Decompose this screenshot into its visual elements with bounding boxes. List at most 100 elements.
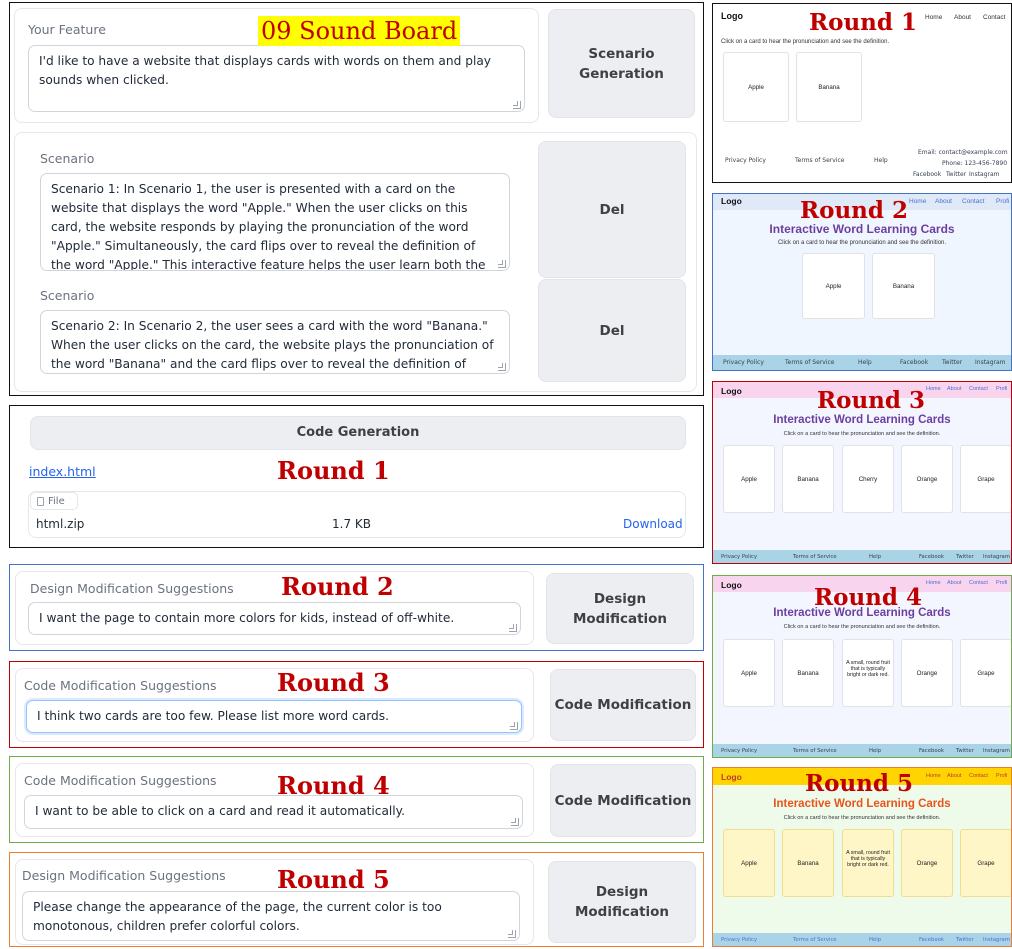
subtitle: Click on a card to hear the pronunciatio… — [783, 431, 941, 437]
word-card-grape[interactable]: Grape — [960, 445, 1011, 513]
footer-instagram[interactable]: Instagram — [983, 748, 1010, 754]
code-generation-button[interactable]: Code Generation — [30, 416, 686, 450]
resize-grip[interactable] — [509, 624, 517, 632]
word-card-banana[interactable]: Banana — [782, 829, 834, 897]
suggestion-label: Code Modification Suggestions — [24, 773, 217, 788]
nav-about[interactable]: About — [947, 773, 961, 779]
nav-contact[interactable]: Contact — [969, 386, 988, 392]
scenario-textarea-2[interactable]: Scenario 2: In Scenario 2, the user sees… — [40, 310, 510, 374]
nav-profile[interactable]: Profi — [996, 773, 1007, 779]
footer-instagram[interactable]: Instagram — [983, 937, 1010, 943]
footer-instagram[interactable]: Instagram — [983, 554, 1010, 560]
footer-facebook[interactable]: Facebook — [919, 554, 944, 560]
footer-instagram[interactable]: Instagram — [969, 171, 1000, 178]
suggestion-textarea[interactable]: Please change the appearance of the page… — [22, 891, 520, 941]
footer-instagram[interactable]: Instagram — [975, 359, 1006, 366]
footer-twitter[interactable]: Twitter — [956, 748, 974, 754]
nav-contact[interactable]: Contact — [983, 14, 1005, 21]
word-card-banana[interactable]: Banana — [796, 52, 862, 122]
word-card-grape[interactable]: Grape — [960, 639, 1011, 707]
footer-terms[interactable]: Terms of Service — [793, 937, 837, 943]
nav-profile[interactable]: Profi — [996, 580, 1007, 586]
word-card-grape[interactable]: Grape — [960, 829, 1011, 897]
footer-facebook[interactable]: Facebook — [913, 171, 941, 178]
footer-phone: Phone: 123-456-7890 — [942, 160, 1008, 167]
word-card-apple[interactable]: Apple — [723, 639, 775, 707]
code-modification-button[interactable]: Code Modification — [550, 764, 696, 837]
nav-contact[interactable]: Contact — [962, 198, 984, 205]
code-modification-button[interactable]: Code Modification — [550, 669, 696, 741]
resize-grip[interactable] — [511, 818, 519, 826]
nav-contact[interactable]: Contact — [969, 580, 988, 586]
scenario-generation-button[interactable]: Scenario Generation — [548, 9, 695, 118]
nav-about[interactable]: About — [947, 580, 961, 586]
index-html-link[interactable]: index.html — [29, 464, 96, 479]
subtitle: Click on a card to hear the pronunciatio… — [783, 815, 941, 821]
footer-terms[interactable]: Terms of Service — [793, 554, 837, 560]
nav-about[interactable]: About — [935, 198, 952, 205]
footer-privacy[interactable]: Privacy Policy — [725, 157, 766, 164]
footer-terms[interactable]: Terms of Service — [785, 359, 834, 366]
footer-help[interactable]: Help — [858, 359, 872, 366]
footer-help[interactable]: Help — [869, 554, 881, 560]
nav-home[interactable]: Home — [926, 773, 941, 779]
nav-contact[interactable]: Contact — [969, 773, 988, 779]
word-card-banana[interactable]: Banana — [782, 445, 834, 513]
scenario-textarea-1[interactable]: Scenario 1: In Scenario 1, the user is p… — [40, 173, 510, 271]
delete-scenario-2-button[interactable]: Del — [538, 279, 686, 382]
footer-twitter[interactable]: Twitter — [942, 359, 962, 366]
feature-textarea[interactable]: I'd like to have a website that displays… — [28, 45, 525, 112]
suggestion-textarea[interactable]: I want to be able to click on a card and… — [24, 795, 523, 829]
scenario-label-1: Scenario — [40, 151, 95, 166]
nav-about[interactable]: About — [947, 386, 961, 392]
resize-grip[interactable] — [513, 101, 521, 109]
delete-scenario-1-button[interactable]: Del — [538, 141, 686, 278]
footer-twitter[interactable]: Twitter — [956, 937, 974, 943]
footer-privacy[interactable]: Privacy Policy — [721, 748, 757, 754]
word-card-cherry-definition[interactable]: A small, round fruit that is typically b… — [842, 639, 894, 707]
resize-grip[interactable] — [510, 722, 518, 730]
nav-about[interactable]: About — [954, 14, 971, 21]
download-link[interactable]: Download — [623, 517, 683, 531]
footer-help[interactable]: Help — [869, 748, 881, 754]
design-modification-button[interactable]: Design Modification — [546, 573, 694, 644]
footer-terms[interactable]: Terms of Service — [795, 157, 844, 164]
design-modification-button[interactable]: Design Modification — [548, 861, 696, 943]
suggestion-textarea[interactable]: I think two cards are too few. Please li… — [26, 700, 522, 733]
footer-facebook[interactable]: Facebook — [919, 937, 944, 943]
word-card-cherry[interactable]: Cherry — [842, 445, 894, 513]
word-card-orange[interactable]: Orange — [901, 639, 953, 707]
nav-home[interactable]: Home — [926, 386, 941, 392]
footer-help[interactable]: Help — [874, 157, 888, 164]
nav-profile[interactable]: Profi — [996, 198, 1009, 205]
resize-grip[interactable] — [498, 363, 506, 371]
footer-privacy[interactable]: Privacy Policy — [721, 937, 757, 943]
word-card-apple[interactable]: Apple — [802, 253, 865, 319]
footer-twitter[interactable]: Twitter — [956, 554, 974, 560]
footer-twitter[interactable]: Twitter — [946, 171, 966, 178]
nav-home[interactable]: Home — [926, 580, 941, 586]
footer-help[interactable]: Help — [869, 937, 881, 943]
word-card-orange[interactable]: Orange — [901, 829, 953, 897]
resize-grip[interactable] — [498, 260, 506, 268]
nav-home[interactable]: Home — [909, 198, 926, 205]
suggestion-label: Code Modification Suggestions — [24, 678, 217, 693]
footer-privacy[interactable]: Privacy Policy — [723, 359, 764, 366]
word-card-apple[interactable]: Apple — [723, 52, 789, 122]
word-card-orange[interactable]: Orange — [901, 445, 953, 513]
feature-label: Your Feature — [28, 22, 106, 37]
resize-grip[interactable] — [508, 930, 516, 938]
word-card-cherry-definition[interactable]: A small, round fruit that is typically b… — [842, 829, 894, 897]
nav-profile[interactable]: Profi — [996, 386, 1007, 392]
word-card-apple[interactable]: Apple — [723, 829, 775, 897]
suggestion-textarea[interactable]: I want the page to contain more colors f… — [28, 602, 521, 635]
round-label: Round 3 — [817, 387, 925, 414]
footer-facebook[interactable]: Facebook — [919, 748, 944, 754]
footer-privacy[interactable]: Privacy Policy — [721, 554, 757, 560]
word-card-banana[interactable]: Banana — [872, 253, 935, 319]
nav-home[interactable]: Home — [925, 14, 942, 21]
footer-terms[interactable]: Terms of Service — [793, 748, 837, 754]
footer-facebook[interactable]: Facebook — [900, 359, 928, 366]
word-card-banana[interactable]: Banana — [782, 639, 834, 707]
word-card-apple[interactable]: Apple — [723, 445, 775, 513]
